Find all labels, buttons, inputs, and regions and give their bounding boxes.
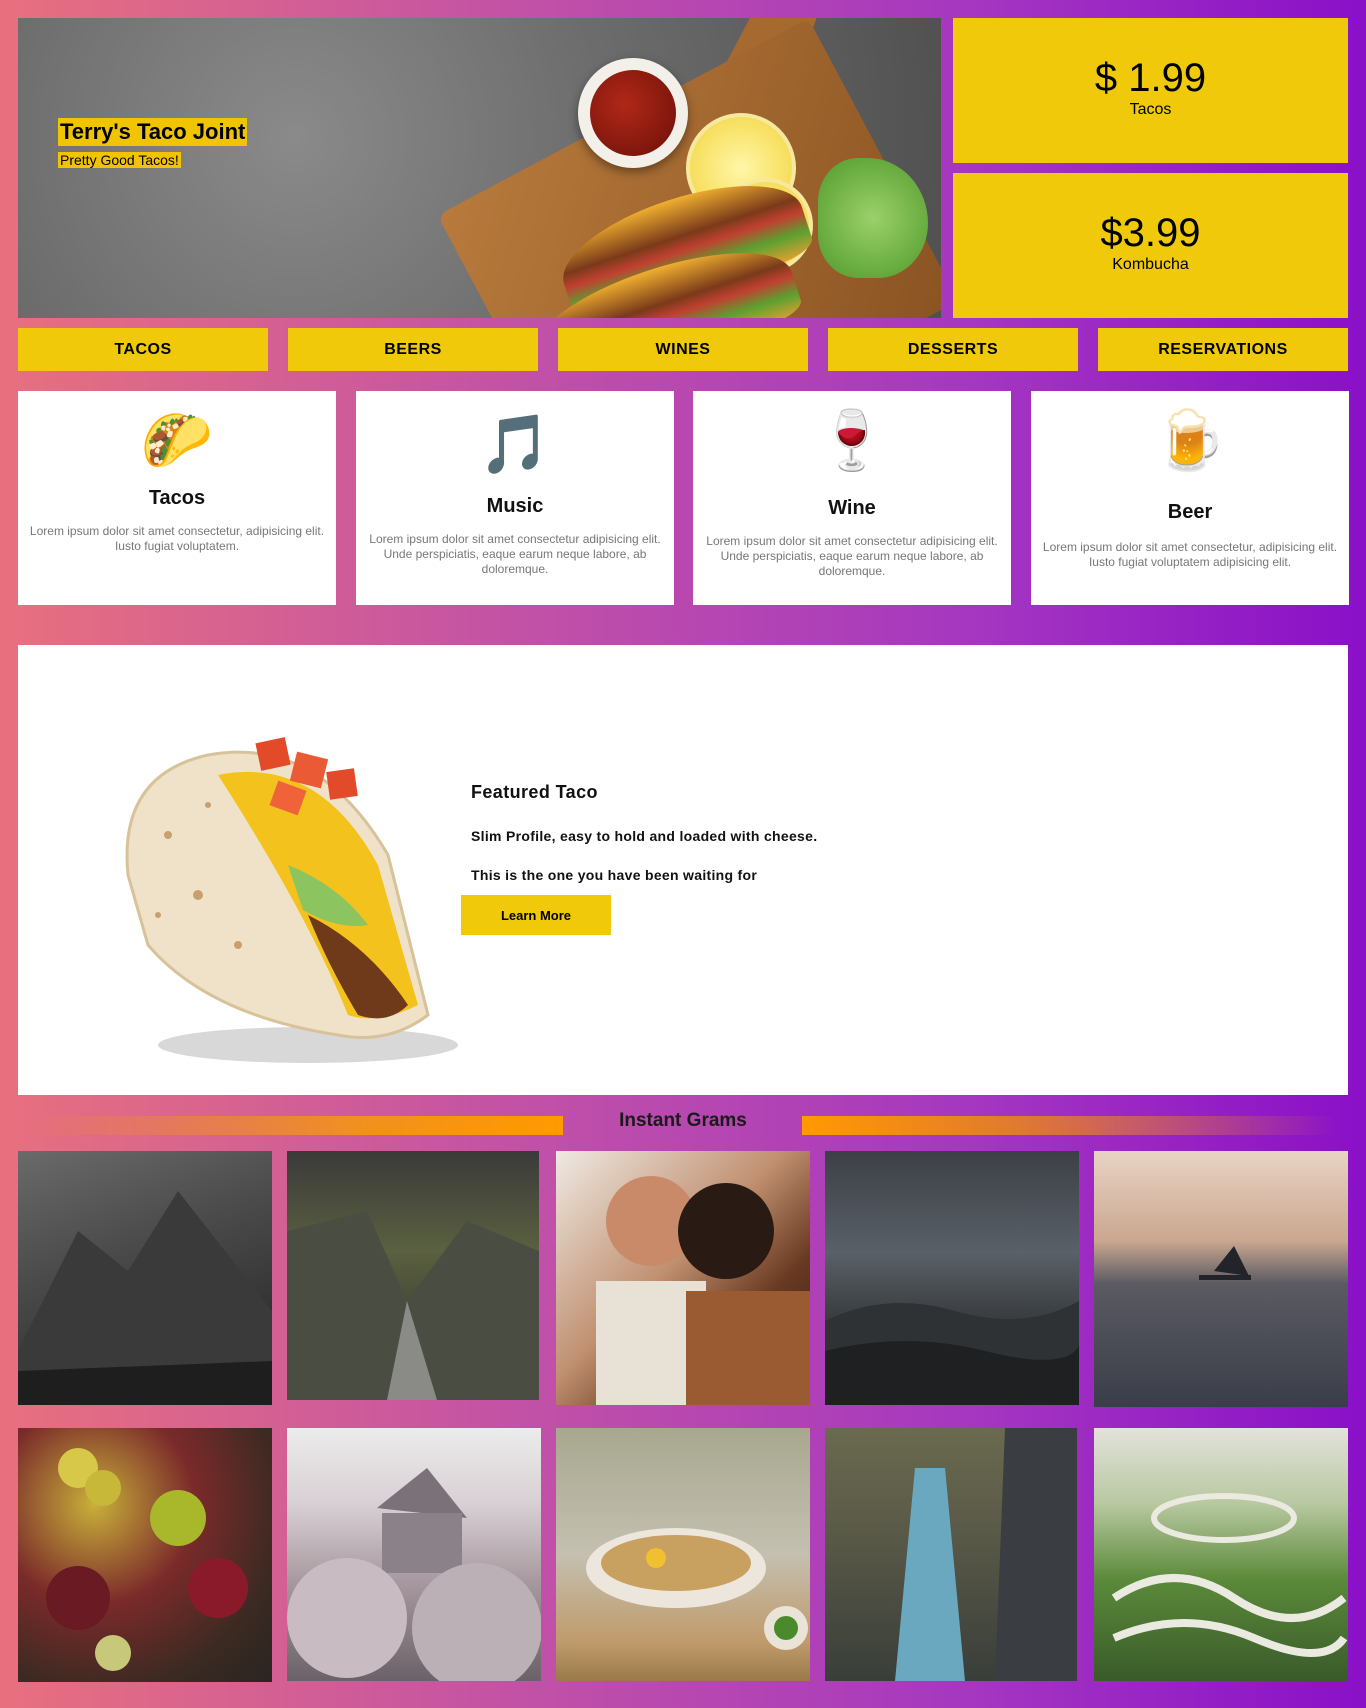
- instant-grams-header: Instant Grams: [18, 1105, 1348, 1141]
- feature-card-beer: 🍺 Beer Lorem ipsum dolor sit amet consec…: [1031, 391, 1349, 605]
- feature-card-music: 🎵 Music Lorem ipsum dolor sit amet conse…: [356, 391, 674, 605]
- featured-line-2: This is the one you have been waiting fo…: [471, 867, 758, 883]
- card-title: Tacos: [148, 487, 206, 509]
- price-amount: $ 1.99: [1094, 56, 1207, 100]
- couple-silhouette: [596, 1176, 810, 1405]
- gram-photo-noodle-bowl[interactable]: [556, 1428, 810, 1681]
- nav-tacos-button[interactable]: TACOS: [18, 328, 268, 371]
- site-title: Terry's Taco Joint: [58, 118, 248, 146]
- card-description: Lorem ipsum dolor sit amet consectetur a…: [706, 534, 998, 578]
- card-title: Music: [486, 495, 544, 517]
- nav-reservations-button[interactable]: RESERVATIONS: [1098, 328, 1348, 371]
- instant-grams-title: Instant Grams: [619, 1110, 747, 1131]
- hills-silhouette: [825, 1301, 1079, 1405]
- card-description: Lorem ipsum dolor sit amet consectetur, …: [29, 524, 325, 553]
- feature-card-tacos: 🌮 Tacos Lorem ipsum dolor sit amet conse…: [18, 391, 336, 605]
- hero-banner: Terry's Taco Joint Pretty Good Tacos!: [18, 18, 941, 318]
- gram-photo-stormy-hills[interactable]: [825, 1151, 1079, 1405]
- wine-glass-icon: 🍷: [815, 408, 889, 473]
- gram-photo-fruit[interactable]: [18, 1428, 272, 1682]
- card-description: Lorem ipsum dolor sit amet consectetur a…: [369, 532, 661, 576]
- salsa-bowl: [578, 58, 688, 168]
- feature-card-wine: 🍷 Wine Lorem ipsum dolor sit amet consec…: [693, 391, 1011, 605]
- gram-photo-garden-maze[interactable]: [1094, 1428, 1348, 1681]
- featured-title: Featured Taco: [471, 782, 598, 802]
- nav-beers-button[interactable]: BEERS: [288, 328, 538, 371]
- site-tagline: Pretty Good Tacos!: [58, 152, 181, 168]
- cliff-silhouette: [287, 1211, 539, 1400]
- main-nav: TACOS BEERS WINES DESSERTS RESERVATIONS: [18, 328, 1348, 371]
- bowl-silhouette: [586, 1528, 808, 1650]
- gram-photo-waterfall[interactable]: [825, 1428, 1077, 1681]
- mountain-silhouette: [18, 1191, 272, 1405]
- fruit-cluster: [46, 1448, 248, 1671]
- featured-taco-image: [125, 737, 458, 1063]
- gram-photo-cliff-valley[interactable]: [287, 1151, 539, 1400]
- house-silhouette: [287, 1468, 541, 1681]
- featured-line-1: Slim Profile, easy to hold and loaded wi…: [471, 828, 818, 844]
- nav-desserts-button[interactable]: DESSERTS: [828, 328, 1078, 371]
- gram-photo-blossom-house[interactable]: [287, 1428, 541, 1681]
- heading-bar-right: [802, 1116, 1337, 1135]
- price-label: Kombucha: [1112, 256, 1189, 273]
- gram-photo-couple[interactable]: [556, 1151, 810, 1405]
- site-tagline-wrap: Pretty Good Tacos!: [58, 152, 247, 170]
- price-amount: $3.99: [1100, 211, 1201, 255]
- card-title: Beer: [1167, 501, 1213, 523]
- card-title: Wine: [828, 497, 876, 519]
- sailboat-silhouette: [1199, 1246, 1251, 1280]
- taco-icon: 🌮: [140, 408, 214, 473]
- price-box-kombucha: $3.99 Kombucha: [953, 173, 1348, 318]
- beer-mug-icon: 🍺: [1153, 408, 1227, 473]
- gram-photo-sailboat-sunset[interactable]: [1094, 1151, 1348, 1407]
- lettuce: [818, 158, 928, 278]
- price-box-tacos: $ 1.99 Tacos: [953, 18, 1348, 163]
- garden-pattern: [1111, 1493, 1348, 1657]
- price-label: Tacos: [1129, 101, 1172, 118]
- heading-bar-left: [28, 1116, 563, 1135]
- learn-more-button[interactable]: Learn More: [461, 895, 611, 935]
- card-description: Lorem ipsum dolor sit amet consectetur, …: [1042, 540, 1338, 569]
- music-note-icon: 🎵: [478, 412, 552, 477]
- nav-wines-button[interactable]: WINES: [558, 328, 808, 371]
- featured-section: Featured Taco Slim Profile, easy to hold…: [18, 645, 1348, 1095]
- gram-photo-mountain-peak[interactable]: [18, 1151, 272, 1405]
- waterfall-silhouette: [895, 1428, 1077, 1681]
- brand-block: Terry's Taco Joint Pretty Good Tacos!: [58, 118, 248, 170]
